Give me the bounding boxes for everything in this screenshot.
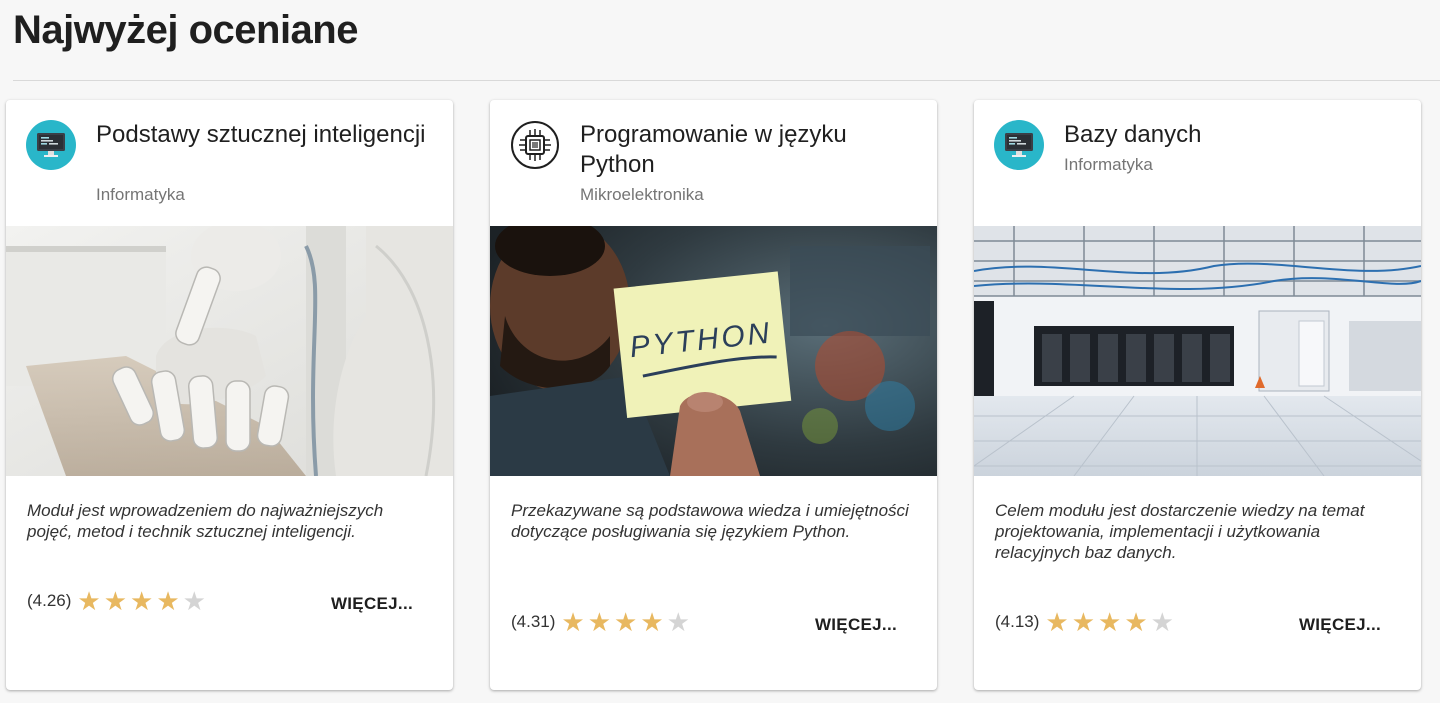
star-icon[interactable]: ★ — [1124, 609, 1147, 635]
card-header: Podstawy sztucznej inteligencji Informat… — [6, 100, 453, 226]
page-title: Najwyżej oceniane — [13, 8, 358, 52]
rating: (4.13) ★ ★ ★ ★ ★ — [995, 609, 1177, 635]
python-note-image: PYTHON — [490, 226, 937, 476]
star-icon[interactable]: ★ — [561, 609, 584, 635]
star-icon[interactable]: ★ — [104, 588, 127, 614]
server-room-image — [974, 226, 1421, 476]
card-description: Celem modułu jest dostarczenie wiedzy na… — [995, 501, 1365, 562]
rating: (4.26) ★ ★ ★ ★ ★ — [27, 588, 209, 614]
rating: (4.31) ★ ★ ★ ★ ★ — [511, 609, 693, 635]
more-button[interactable]: WIĘCEJ... — [1299, 615, 1381, 635]
card-header: Programowanie w języku Python Mikroelekt… — [490, 100, 937, 226]
star-icon[interactable]: ★ — [614, 609, 637, 635]
more-button[interactable]: WIĘCEJ... — [331, 594, 413, 614]
star-icon[interactable]: ★ — [667, 609, 690, 635]
star-icon[interactable]: ★ — [1151, 609, 1174, 635]
rating-value: (4.13) — [995, 612, 1040, 631]
star-icon[interactable]: ★ — [1045, 609, 1068, 635]
star-icon[interactable]: ★ — [588, 609, 611, 635]
star-icon[interactable]: ★ — [77, 588, 100, 614]
card-title[interactable]: Bazy danych — [1064, 120, 1401, 150]
more-button[interactable]: WIĘCEJ... — [815, 615, 897, 635]
chip-icon — [510, 120, 560, 170]
star-icon[interactable]: ★ — [156, 588, 179, 614]
rating-value: (4.26) — [27, 591, 72, 610]
monitor-icon — [26, 120, 76, 170]
star-icon[interactable]: ★ — [183, 588, 206, 614]
title-divider — [13, 80, 1440, 81]
card-header: Bazy danych Informatyka — [974, 100, 1421, 226]
course-card: Programowanie w języku Python Mikroelekt… — [490, 100, 937, 690]
star-icon[interactable]: ★ — [130, 588, 153, 614]
rating-value: (4.31) — [511, 612, 556, 631]
card-title[interactable]: Podstawy sztucznej inteligencji — [96, 120, 433, 150]
star-icon[interactable]: ★ — [1098, 609, 1121, 635]
card-category: Informatyka — [96, 185, 185, 204]
star-icon[interactable]: ★ — [640, 609, 663, 635]
robot-hand-image — [6, 226, 453, 476]
card-description: Moduł jest wprowadzeniem do najważniejsz… — [27, 501, 384, 541]
card-category: Mikroelektronika — [580, 185, 704, 204]
course-card: Podstawy sztucznej inteligencji Informat… — [6, 100, 453, 690]
course-card: Bazy danych Informatyka Celem modułu jes… — [974, 100, 1421, 690]
star-icon[interactable]: ★ — [1072, 609, 1095, 635]
card-title[interactable]: Programowanie w języku Python — [580, 120, 917, 180]
monitor-icon — [994, 120, 1044, 170]
card-category: Informatyka — [1064, 155, 1153, 174]
card-description: Przekazywane są podstawowa wiedza i umie… — [511, 501, 909, 541]
